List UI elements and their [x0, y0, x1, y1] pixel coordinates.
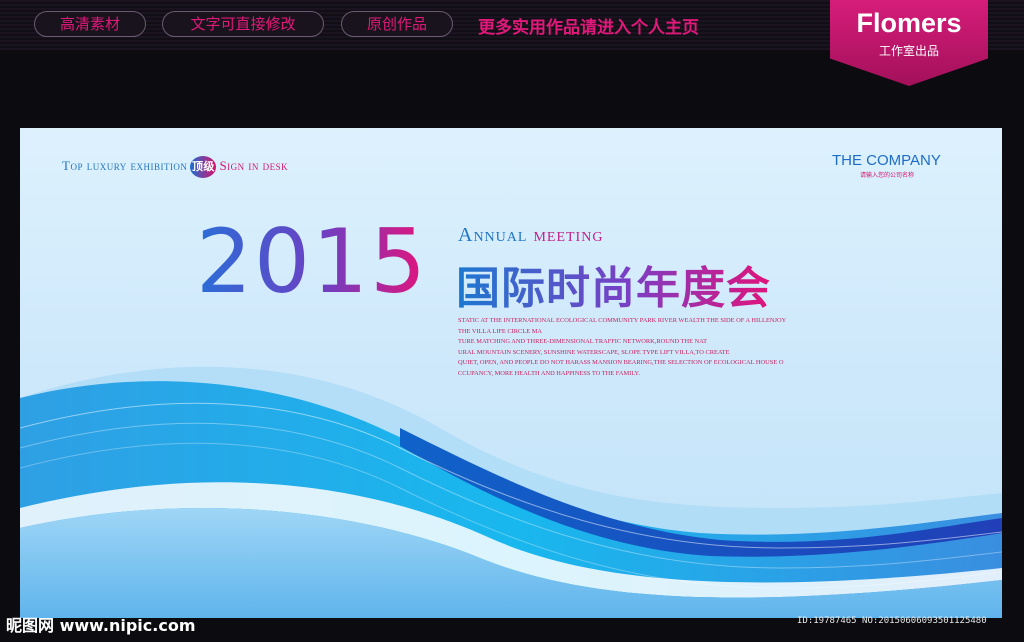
promo-text[interactable]: 更多实用作品请进入个人主页	[478, 13, 699, 38]
pill-editable-text[interactable]: 文字可直接修改	[162, 11, 324, 37]
meeting-word: meeting	[533, 224, 604, 246]
top-badge: 顶级	[190, 156, 217, 178]
year-title: 2015	[196, 210, 428, 313]
watermark-site: 昵图网 www.nipic.com	[6, 616, 196, 635]
company-name: THE COMPANY	[832, 152, 941, 169]
tagline-part2: Sign in desk	[219, 157, 289, 173]
pill-hd-material[interactable]: 高清素材	[34, 11, 146, 37]
brand-logo[interactable]: Flomers 工作室出品	[830, 0, 988, 86]
paragraph-line: TURE MATCHING AND THREE-DIMENSIONAL TRAF…	[458, 338, 707, 346]
chinese-title: 国际时尚年度会	[456, 252, 771, 316]
paragraph-line: CCUPANCY, MORE HEALTH AND HAPPINESS TO T…	[458, 369, 640, 377]
paragraph-line: THE VILLA LIFE CIRCLE MA	[458, 327, 543, 335]
annual-word: Annual	[458, 224, 528, 246]
pill-original-work[interactable]: 原创作品	[341, 11, 453, 37]
annual-meeting-label: Annual meeting	[458, 224, 603, 247]
tagline-part1: Top luxury exhibition	[62, 157, 188, 173]
paragraph-line: URAL MOUNTAIN SCENERY, SUNSHINE WATERSCA…	[458, 348, 730, 356]
banner: Top luxury exhibition 顶级 Sign in desk THE …	[20, 128, 1002, 618]
paragraph-line: STATIC AT THE INTERNATIONAL ECOLOGICAL C…	[458, 317, 787, 324]
paragraph-line: QUIET, OPEN, AND PEOPLE DO NOT HARASS MA…	[458, 359, 784, 367]
description-paragraph: STATIC AT THE INTERNATIONAL ECOLOGICAL C…	[458, 316, 838, 380]
tagline: Top luxury exhibition 顶级 Sign in desk	[62, 156, 288, 178]
brand-sub: 工作室出品	[878, 44, 939, 58]
company-subtitle: 请输入您的公司名称	[860, 172, 915, 179]
watermark-id: ID:19787465 NO:20150606093501125480	[797, 616, 987, 626]
brand-name: Flomers	[856, 8, 962, 38]
